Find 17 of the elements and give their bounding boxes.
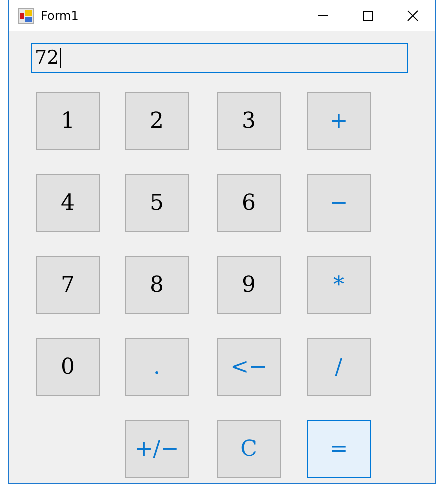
keypad-button[interactable]: 4: [36, 174, 100, 232]
keypad-button[interactable]: 2: [125, 92, 189, 150]
keypad-button[interactable]: 7: [36, 256, 100, 314]
keypad-button[interactable]: 0: [36, 338, 100, 396]
keypad-button[interactable]: 5: [125, 174, 189, 232]
close-icon: [406, 10, 418, 22]
minimize-icon: [318, 15, 328, 16]
display-field[interactable]: 72: [31, 43, 408, 73]
keypad-button[interactable]: 8: [125, 256, 189, 314]
keypad-button[interactable]: =: [307, 420, 371, 478]
keypad-button[interactable]: 9: [217, 256, 281, 314]
keypad-button[interactable]: 1: [36, 92, 100, 150]
maximize-icon: [362, 10, 374, 22]
window-title: Form1: [41, 8, 79, 22]
keypad-button[interactable]: 3: [217, 92, 281, 150]
keypad-button[interactable]: 6: [217, 174, 281, 232]
app-icon: [18, 8, 34, 24]
